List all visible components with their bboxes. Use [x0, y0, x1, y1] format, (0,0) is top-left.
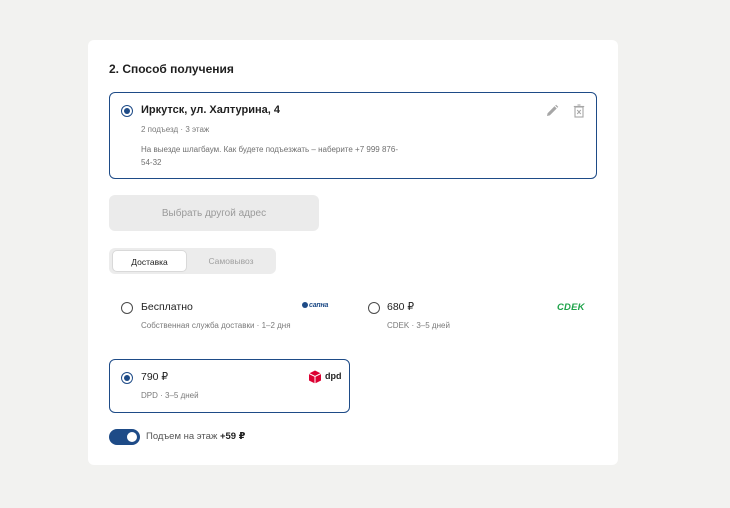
address-radio[interactable]	[121, 105, 133, 117]
option-cdek-title: 680 ₽	[387, 301, 415, 313]
address-note: На выезде шлагбаум. Как будете подъезжат…	[141, 145, 398, 167]
tab-pickup[interactable]: Самовывоз	[189, 250, 273, 272]
delivery-tabs: Доставка Самовывоз	[109, 248, 276, 274]
lift-label-text: Подъем на этаж	[146, 431, 218, 442]
option-dpd-title: 790 ₽	[141, 371, 169, 383]
address-card[interactable]: Иркутск, ул. Халтурина, 4 2 подъезд · 3 …	[109, 92, 597, 179]
trash-icon[interactable]	[572, 104, 586, 118]
option-free-radio[interactable]	[121, 302, 133, 314]
option-dpd-card[interactable]: 790 ₽ DPD · 3–5 дней dpd	[109, 359, 350, 413]
choose-address-button[interactable]: Выбрать другой адрес	[109, 195, 319, 231]
option-free-title: Бесплатно	[141, 301, 193, 313]
lift-toggle[interactable]	[109, 429, 140, 445]
option-dpd-subtitle: DPD · 3–5 дней	[141, 391, 199, 400]
lift-label: Подъем на этаж +59 ₽	[146, 431, 245, 442]
option-dpd-radio[interactable]	[121, 372, 133, 384]
option-cdek-subtitle: CDEK · 3–5 дней	[387, 321, 450, 330]
address-details: 2 подъезд · 3 этаж	[141, 125, 210, 134]
dpd-logo-text: dpd	[325, 371, 342, 381]
carrier-logo: сапна	[302, 302, 328, 309]
cdek-logo: CDEK	[557, 302, 585, 313]
tab-delivery[interactable]: Доставка	[112, 250, 187, 272]
address-title: Иркутск, ул. Халтурина, 4	[141, 104, 280, 116]
option-free-subtitle: Собственная служба доставки · 1–2 дня	[141, 321, 291, 330]
pencil-icon[interactable]	[545, 104, 559, 118]
lift-price: +59 ₽	[219, 431, 246, 442]
option-cdek-radio[interactable]	[368, 302, 380, 314]
carrier-logo-text: сапна	[309, 302, 329, 309]
section-title: 2. Способ получения	[109, 62, 234, 76]
delivery-card: 2. Способ получения Иркутск, ул. Халтури…	[88, 40, 618, 465]
